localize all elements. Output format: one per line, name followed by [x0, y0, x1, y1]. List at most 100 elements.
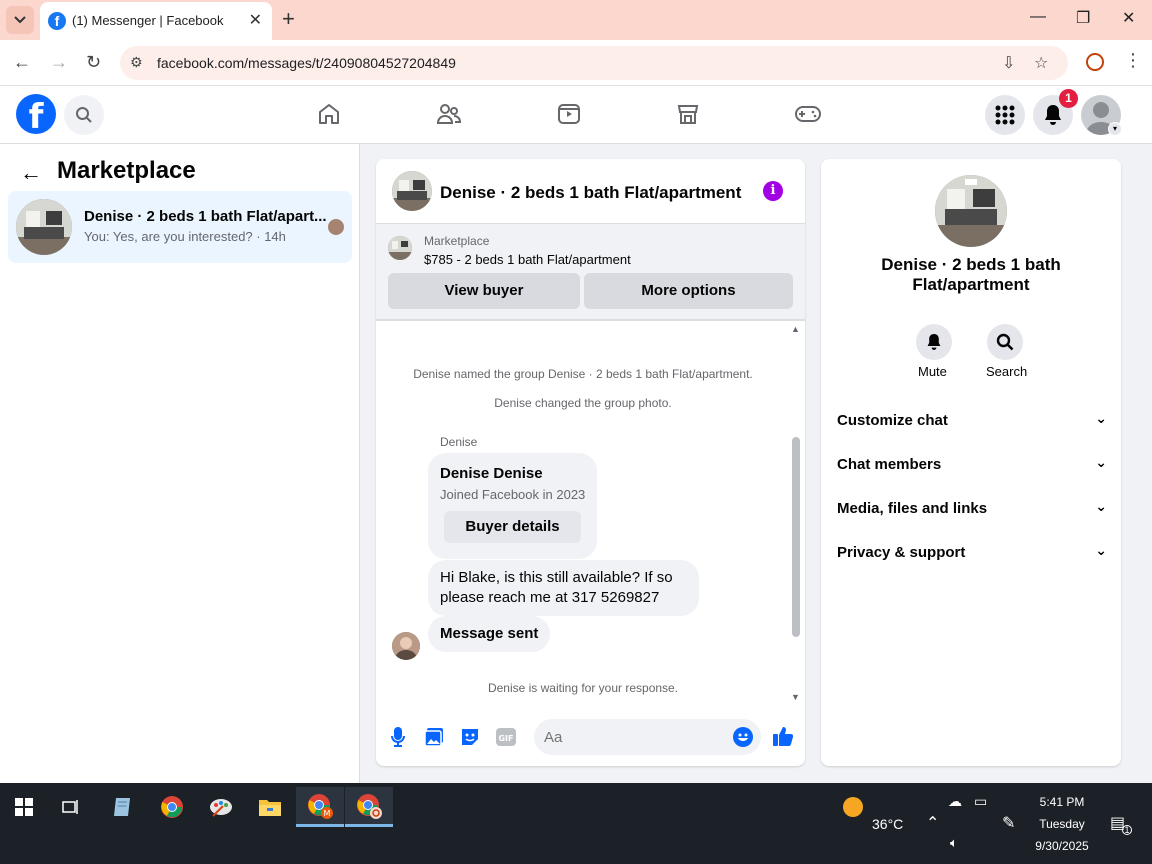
more-options-button[interactable]: More options — [584, 273, 793, 309]
minimize-button[interactable]: — — [1030, 8, 1046, 26]
weather-widget[interactable] — [830, 787, 876, 827]
taskbar-app-paint[interactable] — [197, 787, 245, 827]
browser-tab-bar: f (1) Messenger | Facebook ✕ + — ❐ ✕ — [0, 0, 1152, 40]
thumbs-up-icon[interactable] — [771, 724, 795, 748]
browser-tab[interactable]: f (1) Messenger | Facebook ✕ — [40, 2, 272, 40]
facebook-logo-icon[interactable]: f — [16, 94, 56, 137]
seen-avatar — [328, 219, 344, 235]
message-bubble[interactable]: Hi Blake, is this still available? If so… — [428, 560, 699, 616]
conversation-item[interactable]: Denise · 2 beds 1 bath Flat/apart... You… — [8, 191, 352, 263]
account-chevron-icon[interactable]: ▾ — [1108, 122, 1122, 136]
group-photo — [935, 175, 1007, 247]
taskbar-app-chrome-active[interactable] — [345, 787, 393, 827]
install-app-icon[interactable]: ⇩ — [1002, 53, 1015, 73]
omnibox[interactable]: ⚙ facebook.com/messages/t/24090804527204… — [120, 46, 1068, 80]
chat-members-section[interactable]: Chat members ⌄ — [837, 454, 1107, 473]
weather-temperature[interactable]: 36°C — [872, 816, 903, 832]
back-arrow-icon[interactable]: ← — [20, 160, 42, 186]
tab-close-icon[interactable]: ✕ — [249, 10, 262, 30]
url-text[interactable]: facebook.com/messages/t/2409080452720484… — [157, 55, 456, 71]
reload-icon[interactable]: ↻ — [86, 52, 101, 73]
browser-menu-icon[interactable]: ⋮ — [1124, 50, 1142, 71]
gif-icon[interactable]: GIF — [495, 726, 517, 748]
scroll-thumb[interactable] — [792, 437, 800, 637]
customize-chat-section[interactable]: Customize chat ⌄ — [837, 410, 1107, 429]
video-icon[interactable] — [555, 100, 583, 128]
menu-grid-button[interactable] — [985, 95, 1025, 135]
chat-scrollbar[interactable]: ▲ ▼ — [788, 324, 804, 704]
bookmark-star-icon[interactable]: ☆ — [1034, 53, 1048, 73]
sun-icon — [843, 797, 863, 817]
mute-button[interactable] — [916, 324, 952, 360]
message-thread: Denise named the group Denise · 2 beds 1… — [376, 323, 805, 703]
scroll-up-icon[interactable]: ▲ — [791, 324, 800, 334]
scroll-down-icon[interactable]: ▼ — [791, 692, 800, 702]
buyer-details-button[interactable]: Buyer details — [444, 511, 581, 543]
action-center-badge: 1 — [1122, 825, 1132, 835]
panel-title: Marketplace — [57, 157, 196, 184]
home-icon[interactable] — [315, 100, 343, 128]
clock-time[interactable]: 5:41 PM — [1030, 795, 1094, 809]
taskbar-app-chrome[interactable] — [148, 787, 196, 827]
system-message: Denise named the group Denise · 2 beds 1… — [413, 367, 753, 381]
media-files-links-section[interactable]: Media, files and links ⌄ — [837, 498, 1107, 517]
pen-icon[interactable]: ✎ — [1002, 813, 1015, 833]
chat-avatar[interactable] — [392, 171, 432, 211]
window-close-button[interactable]: ✕ — [1122, 8, 1135, 28]
task-view-button[interactable] — [47, 787, 95, 827]
task-view-icon — [62, 800, 78, 814]
browser-profile-icon[interactable] — [1086, 53, 1104, 71]
taskbar-app-chrome-profile-m[interactable]: M — [296, 787, 344, 827]
new-tab-button[interactable]: + — [282, 8, 295, 30]
tab-title: (1) Messenger | Facebook — [72, 13, 224, 28]
page-scrollbar[interactable] — [1137, 144, 1152, 783]
site-info-icon[interactable]: ⚙ — [130, 54, 143, 71]
search-icon — [76, 107, 92, 123]
microphone-icon[interactable] — [387, 726, 409, 748]
emoji-icon[interactable] — [733, 727, 753, 747]
conversation-snippet: You: Yes, are you interested? · 14h — [84, 229, 286, 244]
search-button[interactable] — [987, 324, 1023, 360]
chevron-down-icon — [14, 16, 26, 24]
message-bubble[interactable]: Message sent — [428, 616, 551, 652]
onedrive-icon[interactable]: ☁ — [948, 793, 962, 810]
grid-icon — [995, 105, 1015, 125]
taskbar-app-notes[interactable] — [98, 787, 146, 827]
taskbar-app-file-explorer[interactable] — [246, 787, 294, 827]
paint-icon — [210, 799, 232, 817]
clock-day[interactable]: Tuesday — [1030, 817, 1094, 831]
chat-details-panel: Denise · 2 beds 1 bath Flat/apartment Mu… — [821, 159, 1121, 766]
facebook-search-button[interactable] — [64, 95, 104, 135]
buyer-profile-card: Denise Denise Joined Facebook in 2023 Bu… — [428, 453, 597, 559]
buyer-name: Denise Denise — [440, 465, 543, 482]
folder-icon — [259, 800, 281, 816]
privacy-support-section[interactable]: Privacy & support ⌄ — [837, 542, 1107, 561]
photo-icon[interactable] — [423, 726, 445, 748]
volume-icon[interactable]: 🔈︎ — [950, 835, 958, 851]
conversation-list-panel: ← Marketplace Denise · 2 beds 1 bath Fla… — [0, 144, 360, 783]
chat-panel: Denise · 2 beds 1 bath Flat/apartment i … — [376, 159, 805, 766]
chrome-profile-icon: M — [308, 793, 333, 819]
tab-search-button[interactable] — [6, 6, 34, 34]
gaming-icon[interactable] — [794, 100, 822, 128]
marketplace-icon[interactable] — [674, 100, 702, 128]
chevron-up-icon[interactable]: ⌃ — [926, 813, 939, 833]
facebook-header: f — [0, 86, 1152, 144]
view-buyer-button[interactable]: View buyer — [388, 273, 580, 309]
info-icon[interactable]: i — [763, 181, 783, 201]
friends-icon[interactable] — [435, 100, 463, 128]
sender-avatar[interactable] — [392, 632, 420, 660]
network-icon[interactable]: ▭ — [974, 793, 987, 810]
back-arrow-icon[interactable]: ← — [13, 52, 31, 73]
message-input[interactable] — [534, 719, 761, 755]
message-composer: GIF — [376, 712, 805, 762]
forward-arrow-icon[interactable]: → — [50, 52, 68, 73]
bell-icon — [927, 334, 941, 350]
windows-taskbar: M 36°C ⌃ ☁ ▭ 🔈︎ ✎ 5:41 PM Tuesday 9/30/2… — [0, 783, 1152, 864]
clock-date[interactable]: 9/30/2025 — [1030, 839, 1094, 853]
start-button[interactable] — [0, 787, 48, 827]
chevron-down-icon: ⌄ — [1095, 454, 1107, 470]
maximize-button[interactable]: ❐ — [1076, 8, 1090, 28]
chat-title[interactable]: Denise · 2 beds 1 bath Flat/apartment — [440, 183, 741, 203]
sticker-icon[interactable] — [459, 726, 481, 748]
